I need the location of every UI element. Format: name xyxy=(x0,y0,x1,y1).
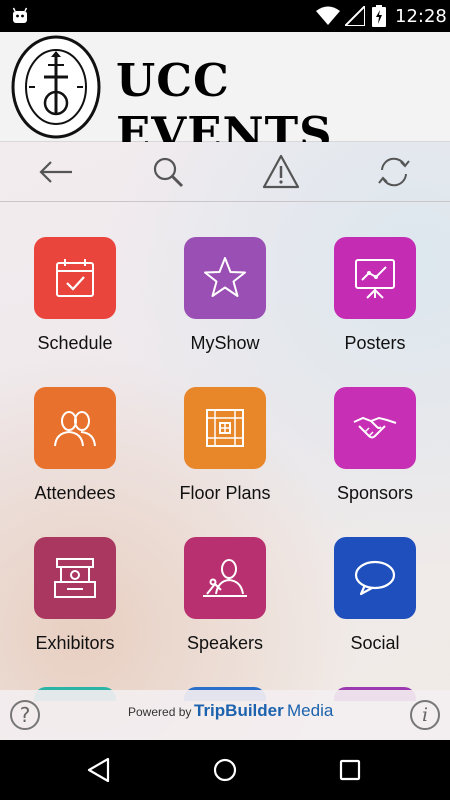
star-icon xyxy=(204,257,246,297)
tile-label: MyShow xyxy=(190,333,260,353)
tile-label: Speakers xyxy=(186,633,264,653)
status-time: 12:28 xyxy=(395,6,447,27)
tile-icon-box xyxy=(184,537,266,619)
nav-recents-button[interactable] xyxy=(335,755,365,785)
brand-name-light: Media xyxy=(287,701,334,720)
search-button[interactable] xyxy=(148,152,188,192)
back-arrow-icon xyxy=(39,161,72,183)
tile-icon-box xyxy=(184,387,266,469)
search-icon xyxy=(153,157,184,188)
tile-label: Schedule xyxy=(37,333,113,353)
info-button[interactable]: i xyxy=(410,700,440,730)
app-header: UCC EVENTS xyxy=(0,32,450,160)
tile-label: Social xyxy=(350,633,400,653)
tile-label: Floor Plans xyxy=(179,483,271,503)
navigation-bar xyxy=(0,740,450,800)
nav-back-button[interactable] xyxy=(84,755,114,785)
tile-icon-box xyxy=(34,237,116,319)
speech-bubble-icon xyxy=(354,560,396,596)
tile-label: Sponsors xyxy=(336,483,414,503)
tile-sponsors[interactable]: Sponsors xyxy=(310,387,440,504)
footer: ? Powered by TripBuilder Media i xyxy=(0,690,450,740)
back-button[interactable] xyxy=(36,152,76,192)
tile-schedule[interactable]: Schedule xyxy=(10,237,140,354)
home-circle-icon xyxy=(213,758,237,782)
tile-icon-box xyxy=(184,237,266,319)
nav-home-button[interactable] xyxy=(210,755,240,785)
main-content[interactable]: Schedule MyShow Posters Attendees Floor … xyxy=(0,142,450,740)
signal-icon xyxy=(345,6,365,26)
battery-charging-icon xyxy=(372,5,386,27)
handshake-icon xyxy=(353,416,397,439)
tile-label: Posters xyxy=(344,333,406,353)
status-bar: 12:28 xyxy=(0,0,450,32)
tile-icon-box xyxy=(334,537,416,619)
alerts-button[interactable] xyxy=(261,152,301,192)
android-notification-icon xyxy=(12,7,28,23)
tile-icon-box xyxy=(34,387,116,469)
powered-by-label: Powered by xyxy=(128,705,192,719)
toolbar xyxy=(0,142,450,202)
refresh-icon xyxy=(378,157,410,187)
people-icon xyxy=(54,411,96,447)
floor-plan-icon xyxy=(206,409,244,447)
back-triangle-icon xyxy=(87,757,110,783)
help-button[interactable]: ? xyxy=(10,700,40,730)
exhibitor-booth-icon xyxy=(54,558,96,598)
recents-square-icon xyxy=(339,759,361,781)
tile-social[interactable]: Social xyxy=(310,537,440,654)
alert-icon xyxy=(262,154,300,189)
presentation-board-icon xyxy=(355,259,395,299)
tile-myshow[interactable]: MyShow xyxy=(160,237,290,354)
tile-exhibitors[interactable]: Exhibitors xyxy=(10,537,140,654)
refresh-button[interactable] xyxy=(374,152,414,192)
tile-icon-box xyxy=(34,537,116,619)
speaker-podium-icon xyxy=(203,559,247,597)
tile-posters[interactable]: Posters xyxy=(310,237,440,354)
tile-attendees[interactable]: Attendees xyxy=(10,387,140,504)
tile-floor-plans[interactable]: Floor Plans xyxy=(160,387,290,504)
tile-label: Exhibitors xyxy=(35,633,115,653)
brand-name-bold: TripBuilder xyxy=(194,701,284,720)
tile-icon-box xyxy=(334,387,416,469)
tile-label: Attendees xyxy=(34,483,116,503)
tile-icon-box xyxy=(334,237,416,319)
ucc-logo xyxy=(11,35,101,139)
tile-speakers[interactable]: Speakers xyxy=(160,537,290,654)
wifi-icon xyxy=(316,6,340,25)
calendar-check-icon xyxy=(56,259,94,297)
